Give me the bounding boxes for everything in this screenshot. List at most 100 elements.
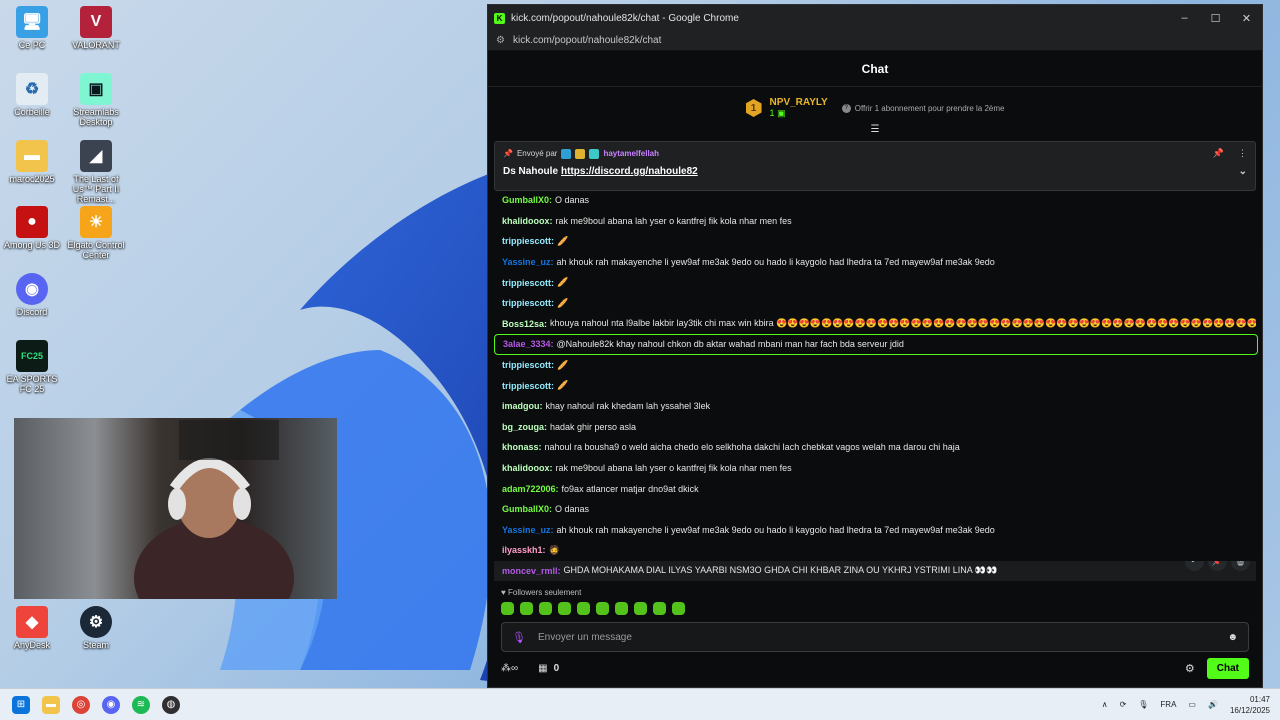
channel-points-icon[interactable]: ⁂∞ <box>501 663 518 674</box>
chat-username[interactable]: khalidooox: <box>502 463 553 473</box>
desktop-icon-this-pc[interactable]: 🖥 Ce PC <box>0 6 64 50</box>
emote-icon[interactable] <box>577 602 590 615</box>
emote-icon[interactable] <box>596 602 609 615</box>
chat-username[interactable]: moncev_rmll: <box>502 566 561 576</box>
desktop-icon-recycle-bin[interactable]: ♻ Corbeille <box>0 73 64 117</box>
clock[interactable]: 01:47 16/12/2025 <box>1230 694 1270 716</box>
pinned-message: 📌 Envoyé par haytamelfellah 📌 ⋮ Ds Nahou… <box>494 141 1256 191</box>
chat-username[interactable]: Yassine_uz: <box>502 525 554 535</box>
desktop-icon-elgato[interactable]: ☀ Elgato Control Center <box>64 206 128 260</box>
close-button[interactable]: ✕ <box>1231 12 1262 25</box>
chat-username[interactable]: khonass: <box>502 442 542 452</box>
crown-badge-icon <box>575 148 586 159</box>
settings-gear-icon[interactable]: ⚙ <box>1185 662 1195 675</box>
windows-start-icon[interactable]: ⊞ <box>12 695 30 714</box>
chat-message: khonass: nahoul ra bousha9 o weld aicha c… <box>494 437 1256 458</box>
chevron-down-icon[interactable]: ⌄ <box>1239 166 1247 177</box>
chat-text: O danas <box>555 195 590 206</box>
emote-icon[interactable] <box>672 602 685 615</box>
desktop-icon-streamlabs[interactable]: ▣ Streamlabs Desktop <box>64 73 128 127</box>
chat-username[interactable]: trippiescott: <box>502 360 554 370</box>
followers-only-notice: ♥ Followers seulement <box>501 588 581 597</box>
clock-date: 16/12/2025 <box>1229 705 1270 715</box>
chat-message: moncev_rmll: GHDA MOHAKAMA DIAL ILYAS YAA… <box>494 560 1256 582</box>
chat-username[interactable]: Boss12sa: <box>502 319 547 329</box>
chat-username[interactable]: imadgou: <box>502 401 543 411</box>
desktop-icon-tlou[interactable]: ◢ The Last of Us™ Part II Remast... <box>64 140 128 204</box>
delete-icon[interactable]: 🗑 <box>1231 560 1250 571</box>
emote-icon[interactable] <box>615 602 628 615</box>
top-supporter-bar: 1 NPV_RAYLY 1 ▣ ? Offrir 1 abonnement po… <box>488 87 1262 135</box>
chat-text: O danas <box>555 504 590 515</box>
volume-icon[interactable]: 🔊 <box>1208 700 1218 709</box>
sync-icon[interactable]: ⟳ <box>1120 700 1127 709</box>
pinned-link[interactable]: https://discord.gg/nahoule82 <box>561 166 698 177</box>
desktop-icon-discord[interactable]: ◉ Discord <box>0 273 64 317</box>
spotify-icon[interactable]: ≋ <box>132 695 150 714</box>
emote-icon[interactable] <box>634 602 647 615</box>
unpin-icon[interactable]: 📌 <box>1213 148 1224 159</box>
chrome-icon[interactable]: ◎ <box>72 695 90 714</box>
file-explorer-icon[interactable]: ▬ <box>42 695 60 714</box>
desktop-icon-anydesk[interactable]: ◆ AnyDesk <box>0 606 64 650</box>
chat-username[interactable]: khalidooox: <box>502 216 553 226</box>
chat-text: khay nahoul rak khedam lah yssahel 3lek <box>545 401 711 412</box>
message-input-box[interactable]: 🎙 ☻ <box>501 622 1249 652</box>
chat-text: nahoul ra bousha9 o weld aicha chedo elo… <box>544 442 960 453</box>
site-settings-icon[interactable]: ⚙ <box>496 35 505 46</box>
more-options-icon[interactable]: ⋮ <box>1238 148 1247 159</box>
chat-message: imadgou: khay nahoul rak khedam lah yssah… <box>494 396 1256 417</box>
emote-icon[interactable] <box>539 602 552 615</box>
supporter-name[interactable]: NPV_RAYLY <box>770 97 828 108</box>
minimize-button[interactable]: – <box>1169 12 1200 25</box>
chat-text: rak me9boul abana lah yser o kantfrej fi… <box>555 463 792 474</box>
reply-icon[interactable]: ↶ <box>1185 560 1204 571</box>
gift-icon: ▣ <box>777 108 786 118</box>
kick-logo-icon: K <box>494 12 505 24</box>
emote-icon[interactable] <box>653 602 666 615</box>
desktop-icon-folder[interactable]: ▬ maroc2025 <box>0 140 64 184</box>
pinned-user[interactable]: haytamelfellah <box>603 149 659 158</box>
emote-icon[interactable] <box>501 602 514 615</box>
desktop-icon-valorant[interactable]: V VALORANT <box>64 6 128 50</box>
chat-username[interactable]: trippiescott: <box>502 381 554 391</box>
emoji-picker-icon[interactable]: ☻ <box>1227 632 1238 643</box>
chat-username[interactable]: bg_zouga: <box>502 422 547 432</box>
pin-message-icon[interactable]: 📌 <box>1208 560 1227 571</box>
chat-username[interactable]: adam722006: <box>502 484 559 494</box>
store-icon[interactable]: ▦ <box>538 663 547 674</box>
chat-username[interactable]: ilyasskh1: <box>502 545 546 555</box>
chat-text: hadak ghir perso asla <box>550 421 637 432</box>
chat-username[interactable]: trippiescott: <box>502 236 554 246</box>
maximize-button[interactable]: ☐ <box>1200 12 1231 25</box>
language-indicator[interactable]: FRA <box>1160 700 1176 709</box>
message-input[interactable] <box>537 631 1228 643</box>
chat-username[interactable]: GumballX0: <box>502 504 552 514</box>
chat-username[interactable]: GumballX0: <box>502 195 552 205</box>
microphone-icon[interactable]: 🎙 <box>1138 700 1148 709</box>
chat-text: ah khouk rah makayenche li yew9af me3ak … <box>556 524 995 535</box>
discord-taskbar-icon[interactable]: ◉ <box>102 695 120 714</box>
gift-sub-offer[interactable]: ? Offrir 1 abonnement pour prendre la 2è… <box>841 103 1004 113</box>
tray-overflow-icon[interactable]: ∧ <box>1102 700 1108 709</box>
chat-message: trippiescott: 🥖 <box>494 231 1256 252</box>
emote-icon[interactable] <box>558 602 571 615</box>
network-icon[interactable]: ▭ <box>1188 700 1196 709</box>
chat-username[interactable]: Yassine_uz: <box>502 257 554 267</box>
send-chat-button[interactable]: Chat <box>1206 657 1249 679</box>
chat-username[interactable]: 3alae_3334: <box>503 339 554 349</box>
address-bar[interactable]: ⚙ kick.com/popout/nahoule82k/chat <box>488 31 1262 51</box>
collapse-bar-icon[interactable]: ☰ <box>871 124 880 135</box>
desktop-icon-steam[interactable]: ⚙ Steam <box>64 606 128 650</box>
chat-username[interactable]: trippiescott: <box>502 298 554 308</box>
mic-icon[interactable]: 🎙 <box>512 631 526 644</box>
chat-text: 🥖 <box>557 359 569 370</box>
emote-icon[interactable] <box>520 602 533 615</box>
system-tray: ∧ ⟳ 🎙 FRA ▭ 🔊 01:47 16/12/2025 <box>1102 694 1280 716</box>
chat-message: khalidooox: rak me9boul abana lah yser o … <box>494 458 1256 479</box>
desktop-icon-fc25[interactable]: FC25 EA SPORTS FC 25 <box>0 340 64 394</box>
chat-messages: GumballX0: O danas khalidooox: rak me9boul … <box>494 190 1258 582</box>
desktop-icon-among-us[interactable]: ● Among Us 3D <box>0 206 64 250</box>
chat-username[interactable]: trippiescott: <box>502 278 554 288</box>
obs-icon[interactable]: ◍ <box>162 695 180 714</box>
